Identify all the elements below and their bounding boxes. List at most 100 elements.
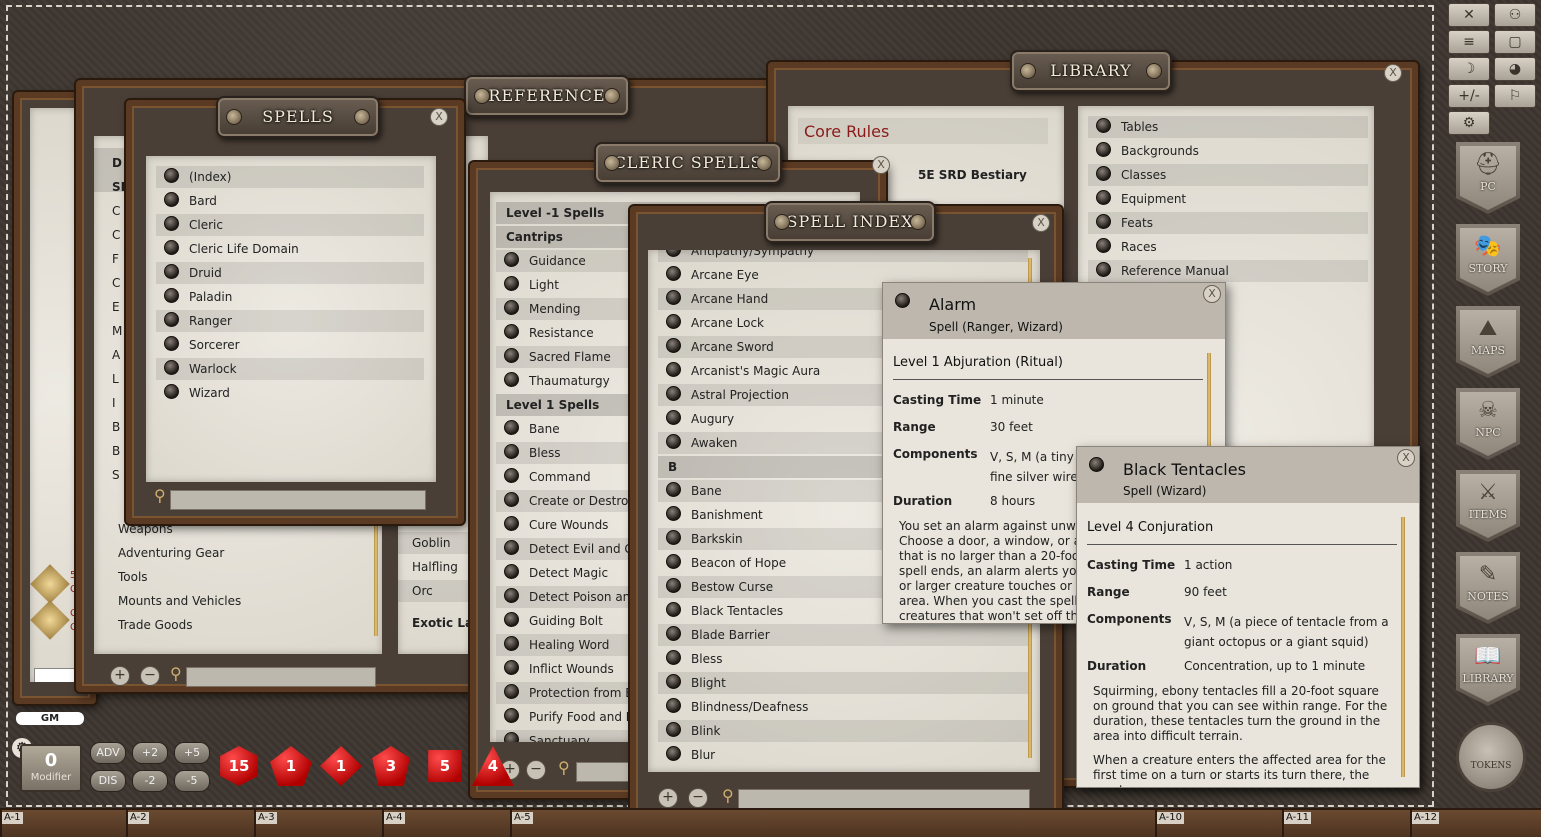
sidebar-items-button[interactable]: ⚔ ITEMS <box>1456 470 1520 542</box>
list-item[interactable]: Bard <box>156 190 424 212</box>
link-bullet-icon[interactable] <box>504 252 519 267</box>
toolbar-button[interactable]: ⚐ <box>1494 84 1536 108</box>
reference-add-button[interactable]: + <box>110 666 130 686</box>
link-bullet-icon[interactable] <box>1096 166 1111 181</box>
list-item[interactable]: Blindness/Deafness <box>658 696 1028 718</box>
black-tentacles-link-icon[interactable] <box>1089 457 1104 472</box>
die-2[interactable]: 1 <box>270 746 312 786</box>
link-bullet-icon[interactable] <box>666 266 681 281</box>
toolbar-button[interactable]: ▢ <box>1494 30 1536 54</box>
spells-close-icon[interactable]: X <box>430 108 448 126</box>
link-bullet-icon[interactable] <box>504 564 519 579</box>
list-item[interactable]: Cleric Life Domain <box>156 238 424 260</box>
link-bullet-icon[interactable] <box>504 516 519 531</box>
reference-title[interactable]: REFERENCE <box>464 75 630 117</box>
library-close-icon[interactable]: X <box>1384 64 1402 82</box>
hotkey-slot[interactable]: A-2 <box>128 812 149 824</box>
spell-index-filter-input[interactable] <box>738 789 1030 809</box>
link-bullet-icon[interactable] <box>666 698 681 713</box>
list-item[interactable]: Blink <box>658 720 1028 742</box>
link-bullet-icon[interactable] <box>504 324 519 339</box>
link-bullet-icon[interactable] <box>504 348 519 363</box>
link-bullet-icon[interactable] <box>504 420 519 435</box>
link-bullet-icon[interactable] <box>164 336 179 351</box>
die-4[interactable]: 3 <box>372 746 410 786</box>
link-bullet-icon[interactable] <box>666 386 681 401</box>
modifier-button[interactable]: +2 <box>132 742 168 764</box>
link-bullet-icon[interactable] <box>666 650 681 665</box>
list-item[interactable]: Reference Manual <box>1088 260 1368 282</box>
list-item[interactable]: Tables <box>1088 116 1368 138</box>
list-item[interactable]: Feats <box>1088 212 1368 234</box>
toolbar-button[interactable]: +/- <box>1448 84 1490 108</box>
reference-scrollbar[interactable] <box>374 516 378 636</box>
list-item[interactable]: Ranger <box>156 310 424 332</box>
link-bullet-icon[interactable] <box>504 468 519 483</box>
spells-filter-input[interactable] <box>170 490 426 510</box>
reference-filter-input[interactable] <box>186 667 376 687</box>
link-bullet-icon[interactable] <box>1096 118 1111 133</box>
hotkey-slot[interactable]: A-11 <box>1284 812 1311 824</box>
link-bullet-icon[interactable] <box>666 506 681 521</box>
list-item[interactable]: Druid <box>156 262 424 284</box>
link-bullet-icon[interactable] <box>1096 190 1111 205</box>
toolbar-button[interactable]: ⚇ <box>1494 3 1536 27</box>
alarm-close-icon[interactable]: X <box>1203 285 1221 303</box>
link-bullet-icon[interactable] <box>164 216 179 231</box>
link-bullet-icon[interactable] <box>666 482 681 497</box>
link-bullet-icon[interactable] <box>666 362 681 377</box>
link-bullet-icon[interactable] <box>504 444 519 459</box>
link-bullet-icon[interactable] <box>504 708 519 723</box>
link-bullet-icon[interactable] <box>504 276 519 291</box>
hotkey-slot[interactable]: A-1 <box>2 812 23 824</box>
hotkey-slot[interactable]: A-3 <box>256 812 277 824</box>
spell-index-remove-button[interactable]: − <box>688 788 708 808</box>
link-bullet-icon[interactable] <box>666 290 681 305</box>
modifier-button[interactable]: -5 <box>174 770 210 792</box>
black-tentacles-spell-window[interactable]: Black Tentacles Spell (Wizard) X Level 4… <box>1076 446 1420 788</box>
list-item[interactable]: Backgrounds <box>1088 140 1368 162</box>
link-bullet-icon[interactable] <box>666 578 681 593</box>
list-item[interactable]: (Index) <box>156 166 424 188</box>
link-bullet-icon[interactable] <box>504 492 519 507</box>
list-item[interactable]: Bless <box>658 648 1028 670</box>
alarm-link-icon[interactable] <box>895 293 910 308</box>
sidebar-npc-button[interactable]: ☠ NPC <box>1456 388 1520 460</box>
list-item[interactable]: Warlock <box>156 358 424 380</box>
spell-index-add-button[interactable]: + <box>658 788 678 808</box>
link-bullet-icon[interactable] <box>666 530 681 545</box>
spell-index-close-icon[interactable]: X <box>1032 214 1050 232</box>
library-bestiary-item[interactable]: 5E SRD Bestiary <box>918 168 1027 182</box>
link-bullet-icon[interactable] <box>164 312 179 327</box>
hotkey-slot[interactable]: A-5 <box>512 812 533 824</box>
toolbar-button[interactable]: ☽ <box>1448 57 1490 81</box>
toolbar-button[interactable]: ◕ <box>1494 57 1536 81</box>
modifier-button[interactable]: -2 <box>132 770 168 792</box>
link-bullet-icon[interactable] <box>666 674 681 689</box>
list-item[interactable]: Paladin <box>156 286 424 308</box>
link-bullet-icon[interactable] <box>504 588 519 603</box>
link-bullet-icon[interactable] <box>666 746 681 761</box>
sidebar-story-button[interactable]: 🎭 STORY <box>1456 224 1520 296</box>
modifier-box[interactable]: 0 Modifier <box>20 744 82 792</box>
list-item[interactable]: Classes <box>1088 164 1368 186</box>
hotkey-slot[interactable]: A-12 <box>1412 812 1439 824</box>
link-bullet-icon[interactable] <box>666 602 681 617</box>
link-bullet-icon[interactable] <box>164 240 179 255</box>
die-5[interactable]: 5 <box>428 750 462 782</box>
link-bullet-icon[interactable] <box>1096 142 1111 157</box>
hotkey-slot[interactable]: A-4 <box>384 812 405 824</box>
link-bullet-icon[interactable] <box>666 338 681 353</box>
reference-remove-button[interactable]: − <box>140 666 160 686</box>
reference-item[interactable]: Trade Goods <box>118 618 193 632</box>
modifier-button[interactable]: ADV <box>90 742 126 764</box>
link-bullet-icon[interactable] <box>504 684 519 699</box>
sidebar-library-button[interactable]: 📖 LIBRARY <box>1456 634 1520 706</box>
spells-window[interactable]: (Index) Bard Cleric Cleric Life Domain Druid… <box>126 100 466 530</box>
link-bullet-icon[interactable] <box>164 264 179 279</box>
link-bullet-icon[interactable] <box>666 250 681 257</box>
black-tentacles-close-icon[interactable]: X <box>1397 449 1415 467</box>
list-item[interactable]: Equipment <box>1088 188 1368 210</box>
chat-input[interactable] <box>34 668 80 682</box>
link-bullet-icon[interactable] <box>504 372 519 387</box>
